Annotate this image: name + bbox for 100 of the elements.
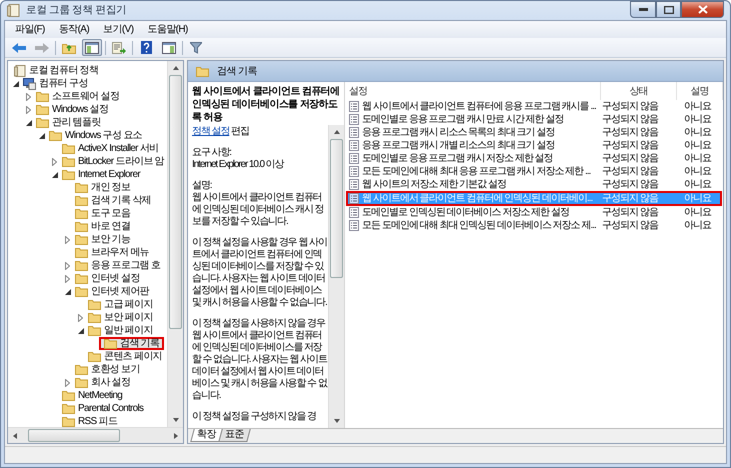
minimize-button[interactable]: [630, 1, 656, 18]
setting-comment: 아니요: [684, 206, 711, 219]
folder-icon: [75, 234, 88, 245]
tree-item[interactable]: 컴퓨터 구성: [21, 77, 90, 90]
tree-item[interactable]: 인터넷 제어판: [73, 285, 151, 298]
toolbar-button[interactable]: [109, 39, 129, 56]
expanded-arrow-icon[interactable]: [12, 80, 18, 86]
collapsed-arrow-icon[interactable]: [65, 236, 70, 244]
collapsed-arrow-icon[interactable]: [26, 106, 31, 114]
setting-row[interactable]: 도메인별로 응용 프로그램 캐시 저장소 제한 설정 구성되지 않음 아니요: [346, 152, 722, 165]
expanded-arrow-icon[interactable]: [52, 172, 58, 178]
folder-icon: [88, 351, 101, 362]
tree-item[interactable]: ActiveX Installer 서비: [60, 142, 160, 155]
description-paragraph: 이 정책 설정을 구성하지 않을 경: [192, 411, 318, 423]
view-tab[interactable]: 표준: [218, 429, 250, 442]
setting-row[interactable]: 도메인별로 인덱싱된 데이터베이스 저장소 제한 설정 구성되지 않음 아니요: [346, 206, 722, 219]
tree-item[interactable]: 응용 프로그램 호: [73, 259, 162, 272]
column-header[interactable]: 설정: [345, 82, 601, 100]
tree-item[interactable]: 소프트웨어 설정: [34, 90, 122, 103]
setting-icon: [349, 193, 359, 204]
vertical-scrollbar[interactable]: [328, 125, 344, 428]
tree-item[interactable]: 로컬 컴퓨터 정책: [12, 64, 100, 77]
setting-state: 구성되지 않음: [602, 126, 658, 139]
menu-item[interactable]: 동작(A): [52, 23, 96, 36]
setting-row[interactable]: 응용 프로그램 캐시 리소스 목록의 최대 크기 설정 구성되지 않음 아니요: [346, 126, 722, 139]
tree-item[interactable]: 보안 페이지: [86, 311, 155, 324]
folder-icon: [62, 143, 75, 154]
setting-comment: 아니요: [684, 178, 711, 191]
setting-icon: [349, 140, 359, 151]
policy-title: 웹 사이트에서 클라이언트 컴퓨터에 인덱싱된 데이터베이스를 저장하도록 허용: [192, 85, 341, 124]
setting-state: 구성되지 않음: [602, 206, 658, 219]
tree-item[interactable]: 검색 기록: [99, 337, 164, 350]
setting-state: 구성되지 않음: [602, 152, 658, 165]
maximize-button[interactable]: [656, 1, 681, 18]
expanded-arrow-icon[interactable]: [26, 120, 32, 126]
folder-up-icon: [62, 42, 76, 54]
tree-item[interactable]: 바로 연결: [73, 220, 132, 233]
close-button[interactable]: [681, 1, 724, 18]
menu-item[interactable]: 도움말(H): [141, 23, 194, 36]
folder-icon: [75, 247, 88, 258]
tree-item[interactable]: BitLocker 드라이브 암: [60, 155, 166, 168]
folder-icon: [196, 66, 209, 76]
tree-item[interactable]: 개인 정보: [73, 181, 132, 194]
tree-item[interactable]: 보안 기능: [73, 233, 132, 246]
expanded-arrow-icon[interactable]: [78, 328, 84, 334]
tree-item[interactable]: Internet Explorer: [60, 168, 142, 181]
folder-icon: [62, 403, 75, 414]
menu-item[interactable]: 보기(V): [97, 23, 140, 36]
tree-item[interactable]: 콘텐츠 페이지: [86, 350, 164, 363]
document-icon: [14, 64, 26, 76]
tree-item[interactable]: NetMeeting: [60, 389, 124, 402]
tree-item[interactable]: 회사 설정: [73, 376, 132, 389]
horizontal-scrollbar[interactable]: [8, 427, 183, 443]
setting-icon: [349, 220, 359, 231]
folder-icon: [88, 325, 101, 336]
toolbar-button[interactable]: [159, 39, 179, 56]
collapsed-arrow-icon[interactable]: [65, 262, 70, 270]
vertical-scrollbar[interactable]: [167, 61, 183, 427]
setting-row[interactable]: 웹 사이트에서 클라이언트 컴퓨터에 응용 프로그램 캐시를 ... 구성되지 않음 아니요: [346, 100, 722, 113]
setting-row[interactable]: 모든 도메인에 대해 최대 인덱싱된 데이터베이스 저장소 제... 구성되지 않음 아니요: [346, 219, 722, 232]
tree-item[interactable]: 관리 템플릿: [34, 116, 103, 129]
maximize-icon: [664, 6, 674, 14]
folder-icon: [104, 338, 117, 349]
expanded-arrow-icon[interactable]: [64, 288, 70, 294]
tree-item[interactable]: Windows 설정: [34, 103, 110, 116]
tree-item[interactable]: 도구 모음: [73, 207, 132, 220]
tree-item[interactable]: 인터넷 설정: [73, 272, 142, 285]
description-paragraph: 이 정책 설정을 사용할 경우 웹 사이트에서 클라이언트 컴퓨터에 인덱싱된 데이터베이스를 저장할 수 있습니다. 사용자는 웹 사이트 데이터 설정에서 웹 사이트 데이터베이스 및 캐시 허용을 사용할 수 없습니다.: [192, 237, 328, 309]
toolbar-button[interactable]: [82, 39, 102, 56]
setting-icon: [349, 179, 359, 190]
policy-settings-link[interactable]: 정책 설정: [192, 126, 230, 137]
tree-item[interactable]: 호환성 보기: [73, 363, 142, 376]
column-header[interactable]: 상태: [601, 82, 677, 100]
collapsed-arrow-icon[interactable]: [78, 314, 83, 322]
setting-row[interactable]: 웹 사이트의 저장소 제한 기본값 설정 구성되지 않음 아니요: [346, 178, 722, 191]
description-paragraph: 웹 사이트에서 클라이언트 컴퓨터에 인덱싱된 데이터베이스 캐시 정보를 저장할 수 있습니다.: [192, 192, 324, 228]
collapsed-arrow-icon[interactable]: [52, 158, 57, 166]
expanded-arrow-icon[interactable]: [38, 132, 44, 138]
setting-row[interactable]: 도메인별로 응용 프로그램 캐시 만료 시간 제한 설정 구성되지 않음 아니요: [346, 113, 722, 126]
tree-item[interactable]: 브라우저 메뉴: [73, 246, 151, 259]
tree-item[interactable]: 검색 기록 삭제: [73, 194, 153, 207]
collapsed-arrow-icon[interactable]: [65, 378, 70, 386]
menu-item[interactable]: 파일(F): [9, 23, 51, 36]
setting-name: 도메인별로 응용 프로그램 캐시 저장소 제한 설정: [362, 152, 553, 165]
tree-item[interactable]: 일반 페이지: [86, 324, 155, 337]
setting-name: 도메인별로 응용 프로그램 캐시 만료 시간 제한 설정: [362, 113, 564, 126]
collapsed-arrow-icon[interactable]: [65, 274, 70, 282]
setting-name: 웹 사이트에서 클라이언트 컴퓨터에 인덱싱된 데이터베이...: [362, 192, 592, 205]
setting-row[interactable]: 모든 도메인에 대해 최대 응용 프로그램 캐시 저장소 제한 ... 구성되지 않음 아니요: [346, 165, 722, 178]
view-tab[interactable]: 확장: [190, 429, 223, 442]
setting-row[interactable]: 응용 프로그램 캐시 개별 리소스의 최대 크기 설정 구성되지 않음 아니요: [346, 139, 722, 152]
tree-item[interactable]: Parental Controls: [60, 402, 146, 415]
setting-comment: 아니요: [684, 152, 711, 165]
tree-item[interactable]: Windows 구성 요소: [47, 129, 144, 142]
setting-comment: 아니요: [684, 113, 711, 126]
folder-icon: [36, 104, 49, 115]
column-header[interactable]: 설명: [677, 82, 723, 100]
tree-item[interactable]: 고급 페이지: [86, 298, 155, 311]
tree-item[interactable]: RSS 피드: [60, 415, 120, 427]
collapsed-arrow-icon[interactable]: [26, 92, 31, 100]
